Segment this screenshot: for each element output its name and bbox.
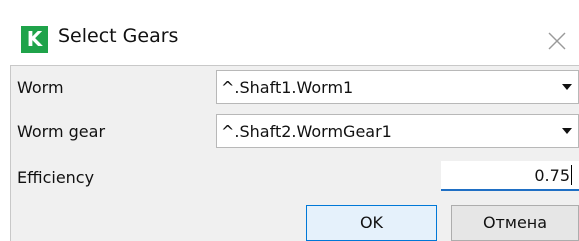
chevron-down-icon [562,84,572,90]
efficiency-input[interactable]: 0.75 [441,161,579,191]
title-bar: K Select Gears [0,0,579,60]
dialog-title: Select Gears [58,25,179,47]
ok-button[interactable]: OK [306,205,437,241]
efficiency-label: Efficiency [17,168,95,187]
efficiency-value: 0.75 [534,166,570,185]
close-button[interactable] [546,30,568,52]
close-icon [548,32,566,50]
app-logo-icon: K [21,26,48,53]
worm-select-value: ^.Shaft1.Worm1 [221,78,354,97]
text-caret [571,165,572,185]
chevron-down-icon [562,128,572,134]
cancel-button[interactable]: Отмена [451,205,579,241]
select-gears-dialog: K Select Gears Worm ^.Shaft1.Worm1 Worm … [0,0,579,241]
worm-gear-label: Worm gear [17,122,106,141]
worm-select[interactable]: ^.Shaft1.Worm1 [216,70,579,104]
worm-gear-select[interactable]: ^.Shaft2.WormGear1 [216,114,579,148]
worm-label: Worm [17,78,64,97]
worm-gear-select-value: ^.Shaft2.WormGear1 [221,122,392,141]
